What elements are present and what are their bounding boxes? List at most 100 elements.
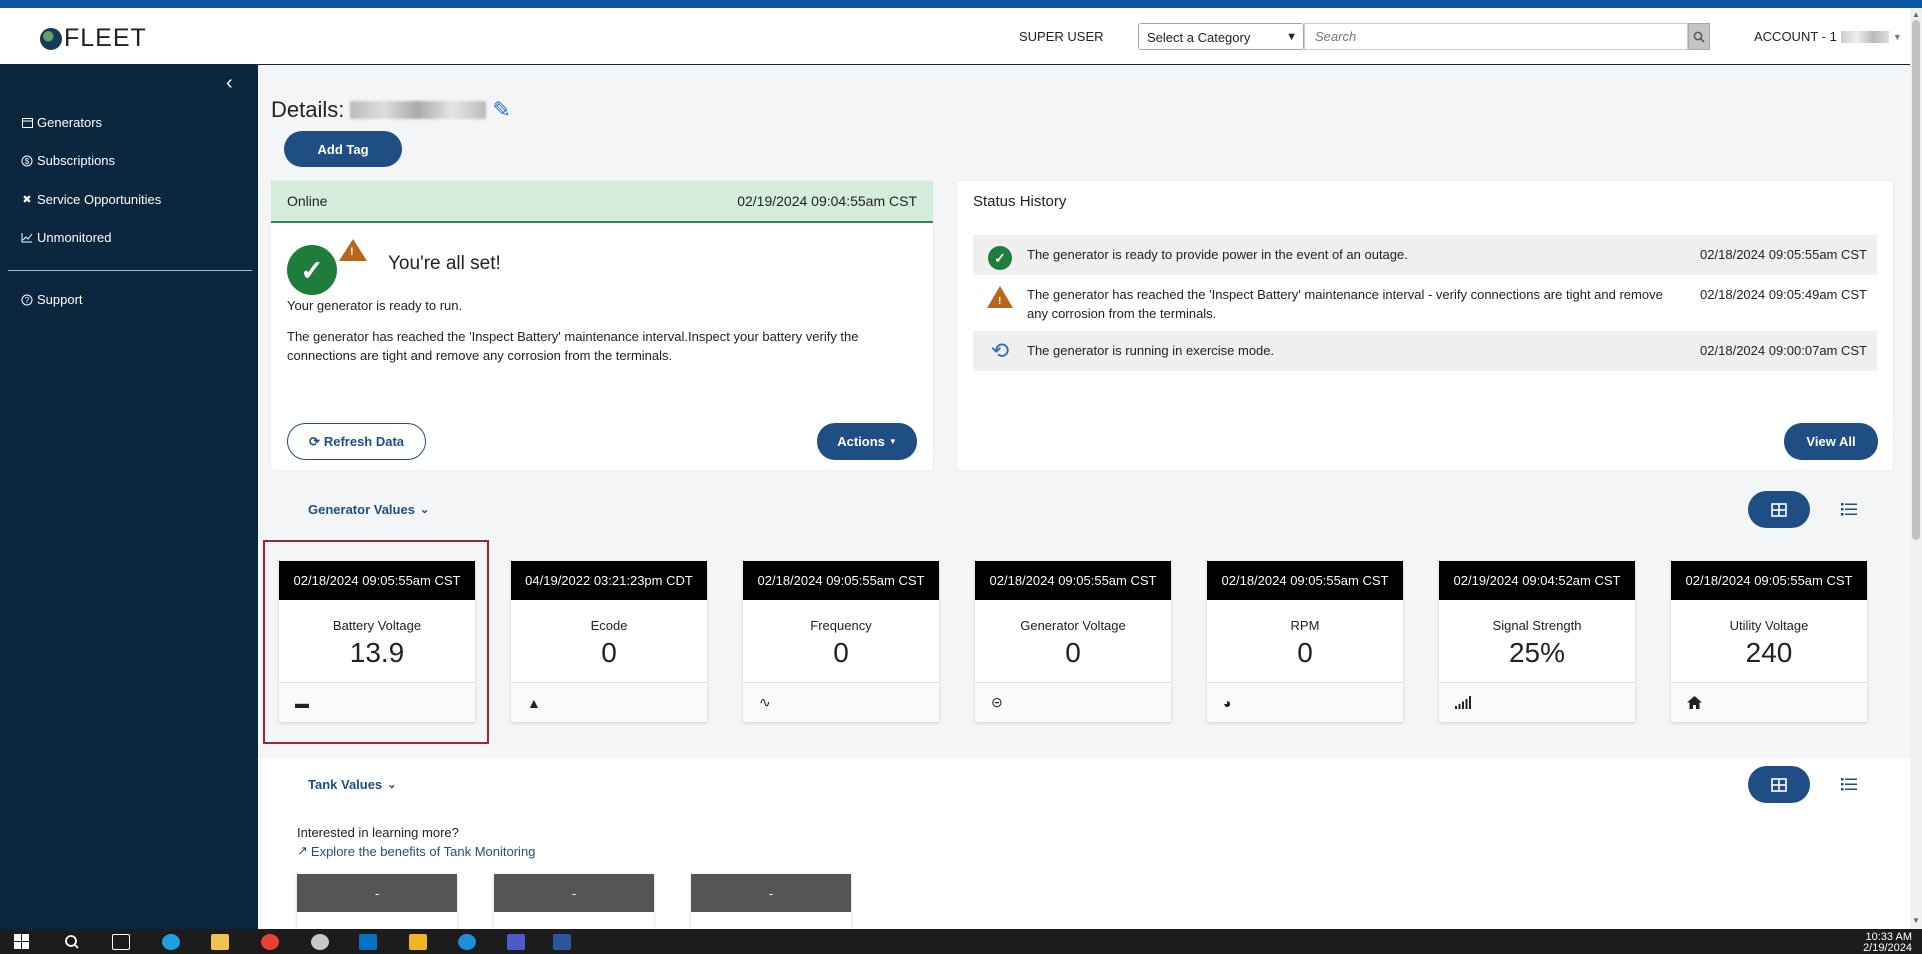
sidebar-item-label: Unmonitored bbox=[37, 230, 112, 245]
word-icon[interactable] bbox=[553, 934, 571, 950]
tank-interest-text: Interested in learning more? bbox=[297, 825, 459, 840]
page-scrollbar[interactable]: ▲ ▼ bbox=[1910, 8, 1922, 929]
external-link-icon: ↗ bbox=[297, 843, 308, 858]
sidebar: ‹ Generators $ Subscriptions ✖ Service O… bbox=[0, 65, 258, 929]
top-header: FLEET SUPER USER Select a Category ▼ ACC… bbox=[0, 8, 1910, 65]
bell-icon: ▲ bbox=[527, 694, 541, 711]
sidebar-item-label: Service Opportunities bbox=[37, 192, 162, 207]
refresh-icon: ⟳ bbox=[308, 433, 320, 449]
sidebar-item-label: Support bbox=[37, 292, 83, 307]
refresh-data-button[interactable]: ⟳ Refresh Data bbox=[287, 423, 426, 460]
chevron-down-icon: ⌄ bbox=[387, 779, 397, 791]
globe-icon bbox=[40, 27, 62, 50]
search-icon[interactable] bbox=[64, 934, 82, 950]
history-text: The generator is running in exercise mod… bbox=[1027, 343, 1275, 358]
history-time: 02/18/2024 09:05:55am CST bbox=[1700, 247, 1867, 262]
list-icon bbox=[1841, 777, 1857, 790]
scroll-up-icon[interactable]: ▲ bbox=[1912, 10, 1920, 19]
list-view-button[interactable] bbox=[1834, 769, 1864, 799]
home-icon bbox=[1687, 696, 1702, 709]
grid-view-button[interactable] bbox=[1748, 766, 1810, 803]
value-tile[interactable]: 02/18/2024 09:05:55am CST Generator Volt… bbox=[975, 561, 1171, 722]
top-accent-bar bbox=[0, 0, 1922, 8]
search-input[interactable] bbox=[1304, 23, 1688, 50]
signal-icon bbox=[1455, 696, 1471, 709]
tile-value: 0 bbox=[601, 637, 617, 668]
search-button[interactable] bbox=[1688, 23, 1710, 50]
question-icon: ? bbox=[21, 294, 33, 306]
app-icon[interactable] bbox=[458, 934, 476, 950]
app-icon[interactable] bbox=[311, 934, 329, 950]
page-title: Details: ✎ bbox=[271, 97, 511, 123]
value-tile[interactable]: 02/18/2024 09:05:55am CST RPM 0 ◕ bbox=[1207, 561, 1403, 722]
selected-tile-highlight bbox=[263, 540, 489, 744]
tile-timestamp: 02/19/2024 09:04:52am CST bbox=[1439, 561, 1635, 600]
generator-name-redacted bbox=[350, 101, 487, 119]
category-select[interactable]: Select a Category ▼ bbox=[1138, 23, 1304, 50]
edge-icon[interactable] bbox=[162, 934, 180, 950]
file-explorer-icon[interactable] bbox=[211, 934, 229, 950]
generator-values-title: Generator Values bbox=[308, 502, 415, 517]
windows-taskbar: 10:33 AM 2/19/2024 bbox=[0, 929, 1922, 954]
chrome-icon[interactable] bbox=[261, 934, 279, 950]
windows-start-icon[interactable] bbox=[14, 934, 32, 950]
tank-tile-header: - bbox=[494, 874, 654, 912]
tile-timestamp: 02/18/2024 09:05:55am CST bbox=[743, 561, 939, 600]
explore-link-label: Explore the benefits of Tank Monitoring bbox=[310, 843, 536, 859]
add-tag-button[interactable]: Add Tag bbox=[284, 131, 402, 167]
grid-view-button[interactable] bbox=[1748, 491, 1810, 528]
tile-label: Utility Voltage bbox=[1729, 618, 1809, 633]
value-tile[interactable]: 02/19/2024 09:04:52am CST Signal Strengt… bbox=[1439, 561, 1635, 722]
task-view-icon[interactable] bbox=[112, 934, 130, 950]
sidebar-item-subscriptions[interactable]: $ Subscriptions bbox=[21, 153, 115, 168]
user-role-label: SUPER USER bbox=[1019, 29, 1104, 44]
search-icon bbox=[1693, 31, 1705, 43]
history-time: 02/18/2024 09:05:49am CST bbox=[1700, 287, 1867, 302]
sidebar-item-support[interactable]: ? Support bbox=[21, 292, 83, 307]
fleet-logo[interactable]: FLEET bbox=[40, 24, 147, 53]
history-text: The generator has reached the 'Inspect B… bbox=[1027, 287, 1663, 321]
account-menu[interactable]: ACCOUNT - 1 ▼ bbox=[1754, 29, 1902, 44]
logo-text: FLEET bbox=[64, 24, 147, 52]
tank-values-toggle[interactable]: Tank Values ⌄ bbox=[308, 777, 396, 792]
tile-value: 0 bbox=[833, 637, 849, 668]
outlook-icon[interactable] bbox=[359, 934, 377, 950]
system-clock[interactable]: 10:33 AM 2/19/2024 bbox=[1863, 932, 1912, 954]
sidebar-item-unmonitored[interactable]: Unmonitored bbox=[21, 230, 111, 245]
tank-values-title: Tank Values bbox=[308, 777, 383, 792]
generator-voltage-icon: ⊝ bbox=[991, 694, 1003, 710]
value-tile[interactable]: 04/19/2022 03:21:23pm CDT Ecode 0 ▲ bbox=[511, 561, 707, 722]
sidebar-item-generators[interactable]: Generators bbox=[21, 115, 102, 130]
pencil-icon[interactable]: ✎ bbox=[492, 97, 510, 123]
app-icon[interactable] bbox=[409, 934, 427, 950]
status-timestamp: 02/19/2024 09:04:55am CST bbox=[737, 193, 917, 209]
teams-icon[interactable] bbox=[507, 934, 525, 950]
value-tile[interactable]: 02/18/2024 09:05:55am CST Frequency 0 ∿ bbox=[743, 561, 939, 722]
ready-text: Your generator is ready to run. bbox=[287, 298, 463, 313]
maintenance-message: The generator has reached the 'Inspect B… bbox=[287, 329, 859, 363]
scrollbar-thumb[interactable] bbox=[1912, 20, 1920, 540]
tile-label: Signal Strength bbox=[1492, 618, 1582, 633]
check-circle-icon: ✓ bbox=[287, 245, 337, 295]
actions-label: Actions bbox=[837, 434, 885, 449]
history-row: ! The generator has reached the 'Inspect… bbox=[973, 275, 1877, 331]
list-icon bbox=[1841, 502, 1857, 515]
view-all-button[interactable]: View All bbox=[1784, 423, 1878, 460]
chevron-down-icon: ⌄ bbox=[419, 504, 430, 516]
tile-value: 0 bbox=[1065, 637, 1081, 668]
value-tile[interactable]: 02/18/2024 09:05:55am CST Utility Voltag… bbox=[1671, 561, 1867, 722]
scroll-down-icon[interactable]: ▼ bbox=[1912, 916, 1920, 925]
sidebar-item-service-opportunities[interactable]: ✖ Service Opportunities bbox=[21, 192, 161, 207]
tank-tile[interactable]: - bbox=[297, 874, 457, 929]
actions-dropdown-button[interactable]: Actions ▼ bbox=[817, 423, 917, 460]
history-row: ⟲ The generator is running in exercise m… bbox=[973, 331, 1877, 371]
generator-values-toggle[interactable]: Generator Values ⌄ bbox=[308, 502, 429, 517]
collapse-sidebar-icon[interactable]: ‹ bbox=[226, 72, 233, 95]
chevron-down-icon: ▼ bbox=[888, 437, 897, 446]
tank-tile[interactable]: - bbox=[494, 874, 654, 929]
gauge-icon: ◕ bbox=[1223, 694, 1232, 711]
tank-tile[interactable]: - bbox=[691, 874, 851, 929]
history-row: ✓ The generator is ready to provide powe… bbox=[973, 235, 1877, 275]
explore-tank-monitoring-link[interactable]: ↗ Explore the benefits of Tank Monitorin… bbox=[297, 843, 535, 859]
list-view-button[interactable] bbox=[1834, 494, 1864, 524]
